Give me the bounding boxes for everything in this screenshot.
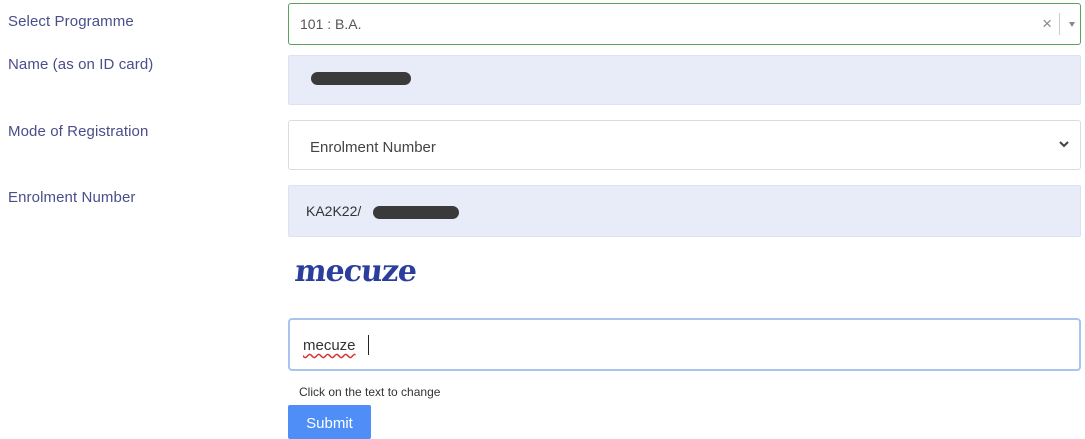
name-label: Name (as on ID card) (8, 56, 154, 73)
mode-label: Mode of Registration (8, 123, 149, 140)
programme-select[interactable]: 101 : B.A. × (288, 3, 1081, 45)
caret-down-icon[interactable] (1069, 22, 1075, 27)
submit-button[interactable]: Submit (288, 405, 371, 439)
select-separator (1059, 13, 1060, 35)
programme-select-value: 101 : B.A. (300, 16, 362, 32)
name-field (288, 55, 1081, 105)
chevron-down-icon (1058, 137, 1070, 154)
text-caret (368, 335, 369, 355)
mode-select-value: Enrolment Number (310, 139, 436, 156)
redaction-mark (311, 72, 411, 85)
redaction-mark (373, 206, 459, 219)
enrolment-value: KA2K22/ (306, 203, 362, 219)
captcha-image[interactable]: mecuze (293, 254, 418, 289)
close-icon[interactable]: × (1042, 14, 1052, 34)
captcha-hint: Click on the text to change (299, 385, 441, 399)
enrolment-label: Enrolment Number (8, 189, 136, 206)
captcha-input[interactable]: mecuze (288, 318, 1081, 371)
mode-select[interactable]: Enrolment Number (288, 120, 1081, 170)
programme-label: Select Programme (8, 13, 134, 30)
registration-form: Select Programme Name (as on ID card) Mo… (0, 0, 1085, 439)
enrolment-field: KA2K22/ (288, 185, 1081, 237)
captcha-input-value: mecuze (303, 337, 356, 354)
